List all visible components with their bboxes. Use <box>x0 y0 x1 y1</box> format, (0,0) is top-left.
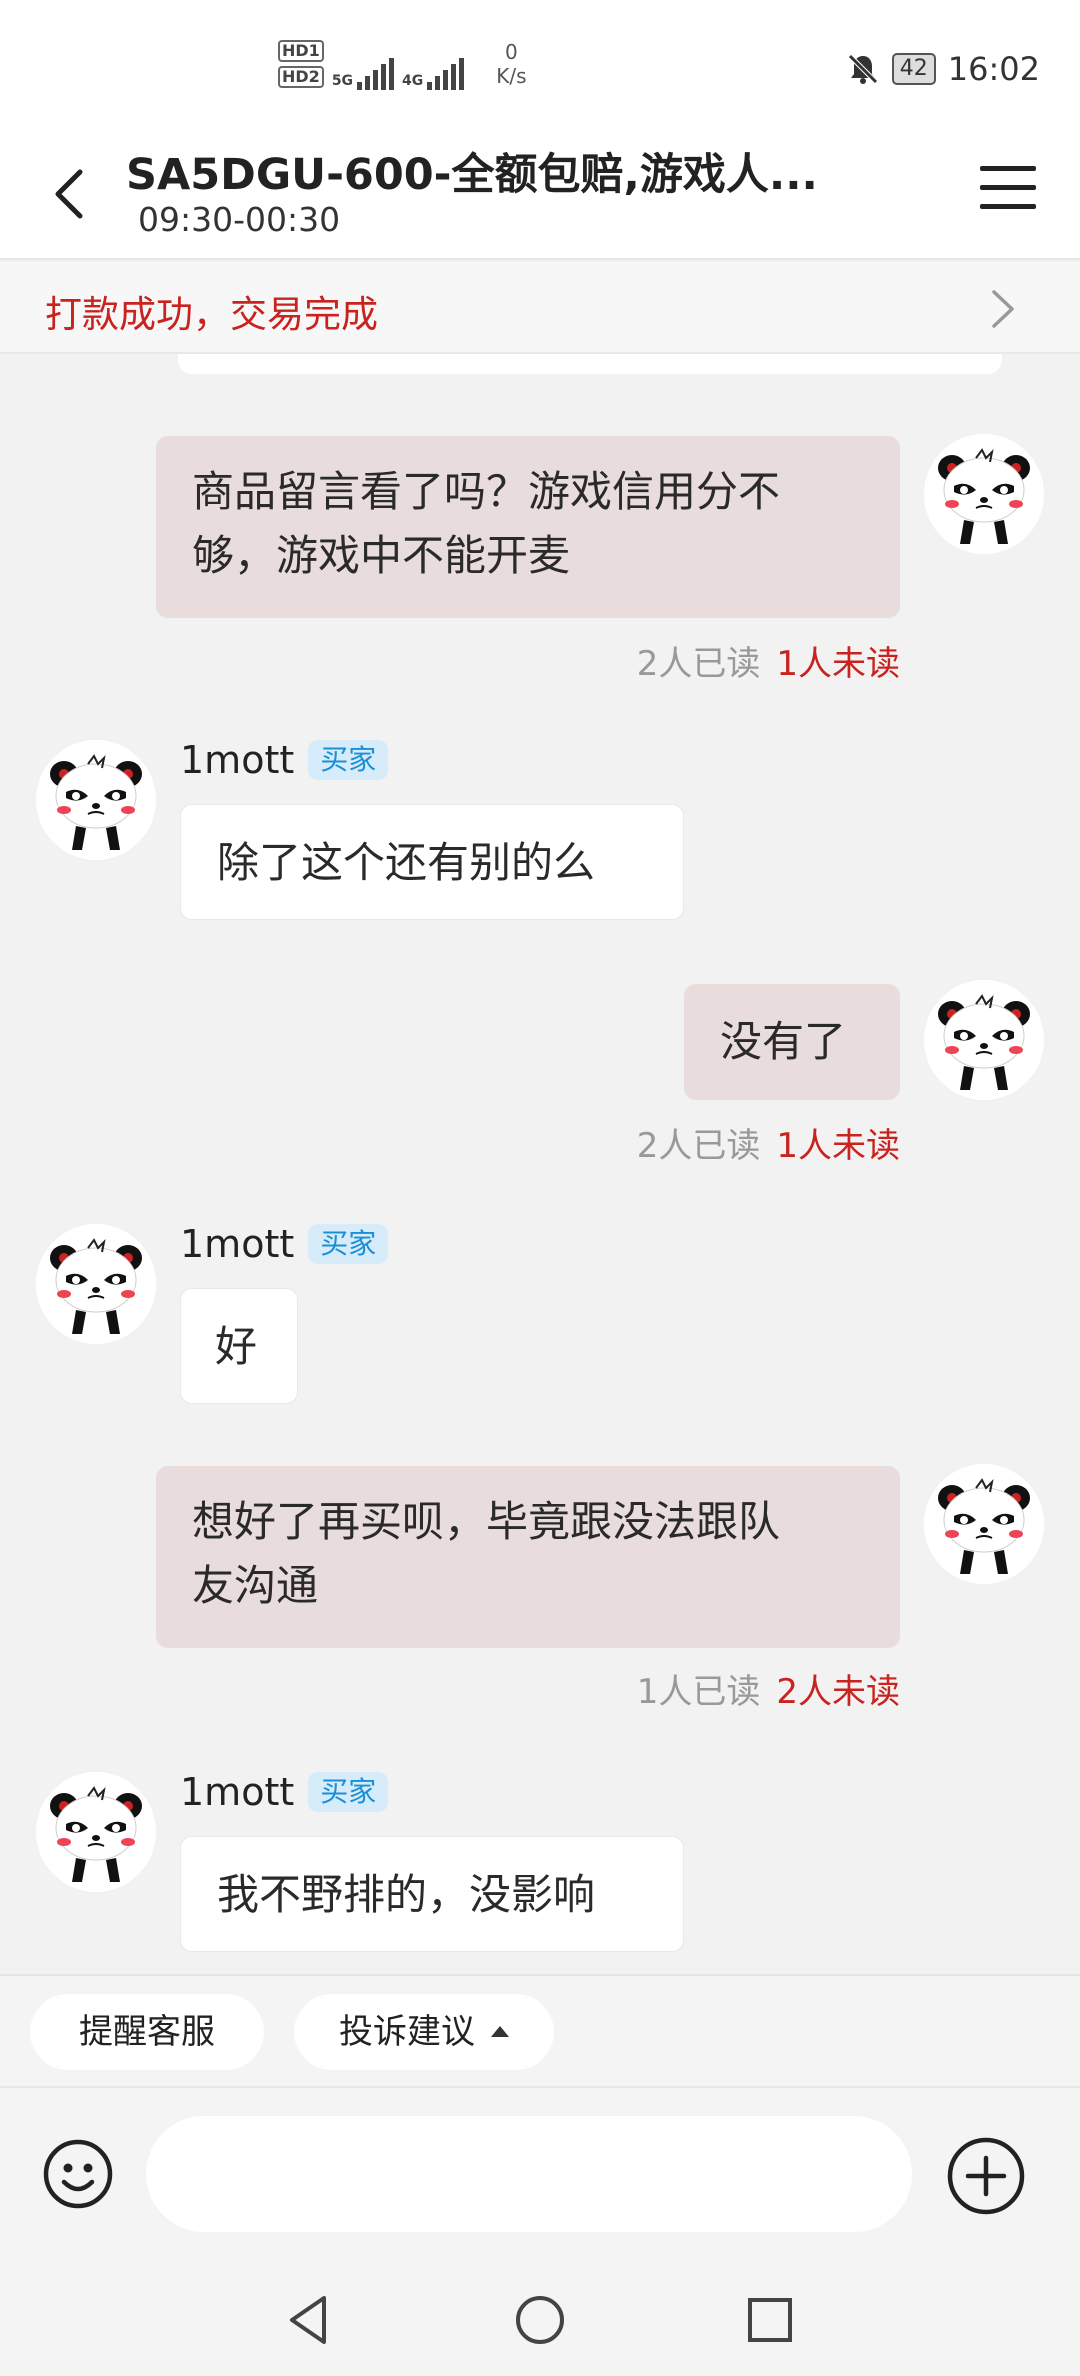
chat-title: SA5DGU-600-全额包赔,游戏人... <box>126 150 818 200</box>
read-count: 2人已读 <box>636 644 761 684</box>
self-avatar[interactable] <box>924 434 1044 554</box>
network2: 4G <box>402 40 465 90</box>
message-bubble-self[interactable]: 商品留言看了吗？游戏信用分不 够，游戏中不能开麦 <box>156 436 900 618</box>
network1-label: 5G <box>331 73 354 89</box>
unread-count: 2人未读 <box>776 1672 900 1712</box>
sender-name: 1mott <box>180 1222 295 1266</box>
sender-name: 1mott <box>180 738 295 782</box>
sim-indicators: HD1 HD2 <box>278 40 324 88</box>
remind-service-label: 提醒客服 <box>79 2012 215 2052</box>
back-arrow-icon[interactable] <box>46 158 96 228</box>
signal2-icon <box>427 58 465 90</box>
message-text: 除了这个还有别的么 <box>217 838 596 887</box>
message-text: 没有了 <box>720 1017 847 1066</box>
status-right: 42 16:02 <box>846 50 1040 88</box>
message-line: 想好了再买呗，毕竟跟没法跟队 <box>192 1497 781 1546</box>
self-avatar[interactable] <box>924 980 1044 1100</box>
buyer-avatar[interactable] <box>36 740 156 860</box>
buyer-avatar[interactable] <box>36 1224 156 1344</box>
plus-icon[interactable] <box>946 2136 1026 2216</box>
status-bar: HD1 HD2 5G 4G 0 K/s 42 16:02 <box>0 0 1080 130</box>
system-nav-bar <box>0 2260 1080 2376</box>
message-bubble-other[interactable]: 我不野排的，没影响 <box>180 1836 684 1952</box>
clock: 16:02 <box>947 50 1040 88</box>
message-list[interactable]: 商品留言看了吗？游戏信用分不 够，游戏中不能开麦 2人已读 1人未读 1mott … <box>0 354 1080 1974</box>
sim1-badge: HD1 <box>278 40 324 62</box>
message-bubble-self[interactable]: 没有了 <box>684 984 900 1100</box>
read-receipt[interactable]: 1人已读 2人未读 <box>637 1664 900 1713</box>
message-text: 我不野排的，没影响 <box>217 1870 596 1919</box>
message-bubble-self[interactable]: 想好了再买呗，毕竟跟没法跟队 友沟通 <box>156 1466 900 1648</box>
sender-name-row: 1mott 买家 <box>180 1770 389 1814</box>
status-left: HD1 HD2 5G 4G 0 K/s <box>278 40 527 90</box>
read-count: 1人已读 <box>636 1672 761 1712</box>
speed-value: 0 <box>505 40 518 64</box>
buyer-tag: 买家 <box>308 740 389 780</box>
nav-home-icon[interactable] <box>510 2290 570 2350</box>
trade-status-banner[interactable]: 打款成功，交易完成 <box>0 262 1080 354</box>
buyer-tag: 买家 <box>308 1224 389 1264</box>
network2-label: 4G <box>402 73 424 89</box>
sender-name: 1mott <box>180 1770 295 1814</box>
sim2-badge: HD2 <box>278 66 324 88</box>
message-line: 商品留言看了吗？游戏信用分不 <box>192 467 781 516</box>
mute-bell-icon <box>848 54 878 84</box>
unread-count: 1人未读 <box>776 1126 900 1166</box>
complaint-label: 投诉建议 <box>339 2012 475 2052</box>
input-bar <box>0 2086 1080 2260</box>
signal1-icon <box>357 58 395 90</box>
buyer-avatar[interactable] <box>36 1772 156 1892</box>
read-receipt[interactable]: 2人已读 1人未读 <box>637 1118 900 1167</box>
complaint-button[interactable]: 投诉建议 <box>294 1994 554 2070</box>
sender-name-row: 1mott 买家 <box>180 1222 389 1266</box>
self-avatar[interactable] <box>924 1464 1044 1584</box>
emoji-icon[interactable] <box>42 2138 114 2210</box>
message-text: 好 <box>215 1322 258 1371</box>
net-speed: 0 K/s <box>496 40 526 88</box>
speed-unit: K/s <box>496 64 527 88</box>
message-input[interactable] <box>146 2116 912 2232</box>
quick-actions: 提醒客服 投诉建议 <box>0 1974 1080 2086</box>
read-receipt[interactable]: 2人已读 1人未读 <box>637 636 900 685</box>
nav-back-icon[interactable] <box>278 2290 338 2350</box>
unread-count: 1人未读 <box>776 644 900 684</box>
nav-recents-icon[interactable] <box>740 2290 800 2350</box>
message-bubble-other[interactable]: 除了这个还有别的么 <box>180 804 684 920</box>
message-line: 够，游戏中不能开麦 <box>192 531 571 580</box>
read-count: 2人已读 <box>636 1126 761 1166</box>
chat-header: SA5DGU-600-全额包赔,游戏人... 09:30-00:30 <box>0 130 1080 260</box>
caret-up-icon <box>491 2026 509 2037</box>
chat-subtitle: 09:30-00:30 <box>138 200 341 239</box>
remind-service-button[interactable]: 提醒客服 <box>30 1994 264 2070</box>
sender-name-row: 1mott 买家 <box>180 738 389 782</box>
buyer-tag: 买家 <box>308 1772 389 1812</box>
message-line: 友沟通 <box>192 1561 319 1610</box>
chevron-right-icon <box>992 290 1014 328</box>
network1: 5G <box>331 40 395 90</box>
menu-icon[interactable] <box>980 166 1036 222</box>
battery-indicator: 42 <box>891 53 936 85</box>
message-bubble-other[interactable]: 好 <box>180 1288 298 1404</box>
previous-message-edge <box>178 354 1002 374</box>
banner-text: 打款成功，交易完成 <box>45 293 378 336</box>
